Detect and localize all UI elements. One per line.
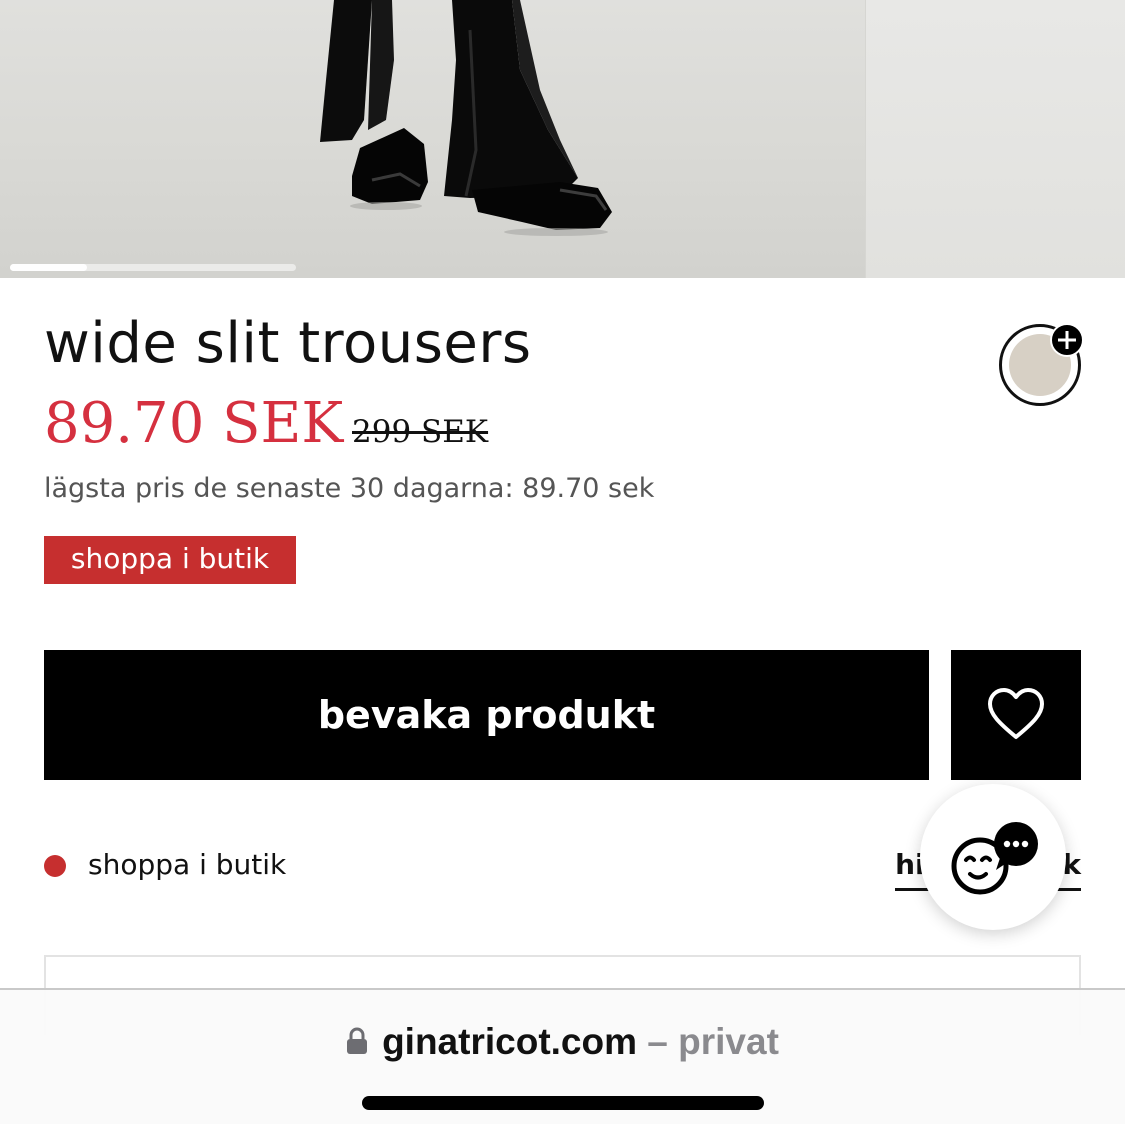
home-indicator[interactable] bbox=[362, 1096, 764, 1110]
image-progress-track[interactable] bbox=[10, 264, 296, 271]
availability-dot bbox=[44, 855, 66, 877]
plus-icon[interactable] bbox=[1049, 322, 1085, 358]
heart-icon bbox=[988, 688, 1044, 739]
lock-icon bbox=[347, 1027, 368, 1055]
product-title: wide slit trousers bbox=[44, 311, 532, 376]
product-image-carousel[interactable] bbox=[0, 0, 1125, 278]
url-line[interactable]: ginatricot.com – privat bbox=[0, 1012, 1125, 1072]
product-page: wide slit trousers 89.70 SEK 299 SEK läg… bbox=[0, 0, 1125, 1124]
original-price: 299 SEK bbox=[352, 414, 489, 450]
private-mode-label: – privat bbox=[647, 1021, 779, 1062]
sale-price: 89.70 SEK bbox=[44, 391, 344, 456]
url-domain: ginatricot.com bbox=[382, 1021, 637, 1062]
favorite-button[interactable] bbox=[951, 650, 1081, 780]
trousers-and-shoes-illustration bbox=[320, 0, 612, 236]
chat-assistant-icon bbox=[951, 822, 1038, 895]
image-progress-fill bbox=[10, 264, 88, 271]
next-product-image[interactable] bbox=[865, 0, 1125, 278]
in-store-badge: shoppa i butik bbox=[44, 536, 296, 584]
in-store-label: shoppa i butik bbox=[88, 848, 287, 881]
browser-address-bar[interactable]: ginatricot.com – privat bbox=[0, 988, 1125, 1124]
lowest-price-note: lägsta pris de senaste 30 dagarna: 89.70… bbox=[44, 473, 655, 504]
chat-button[interactable] bbox=[920, 784, 1066, 930]
watch-product-button[interactable]: bevaka produkt bbox=[44, 650, 929, 780]
